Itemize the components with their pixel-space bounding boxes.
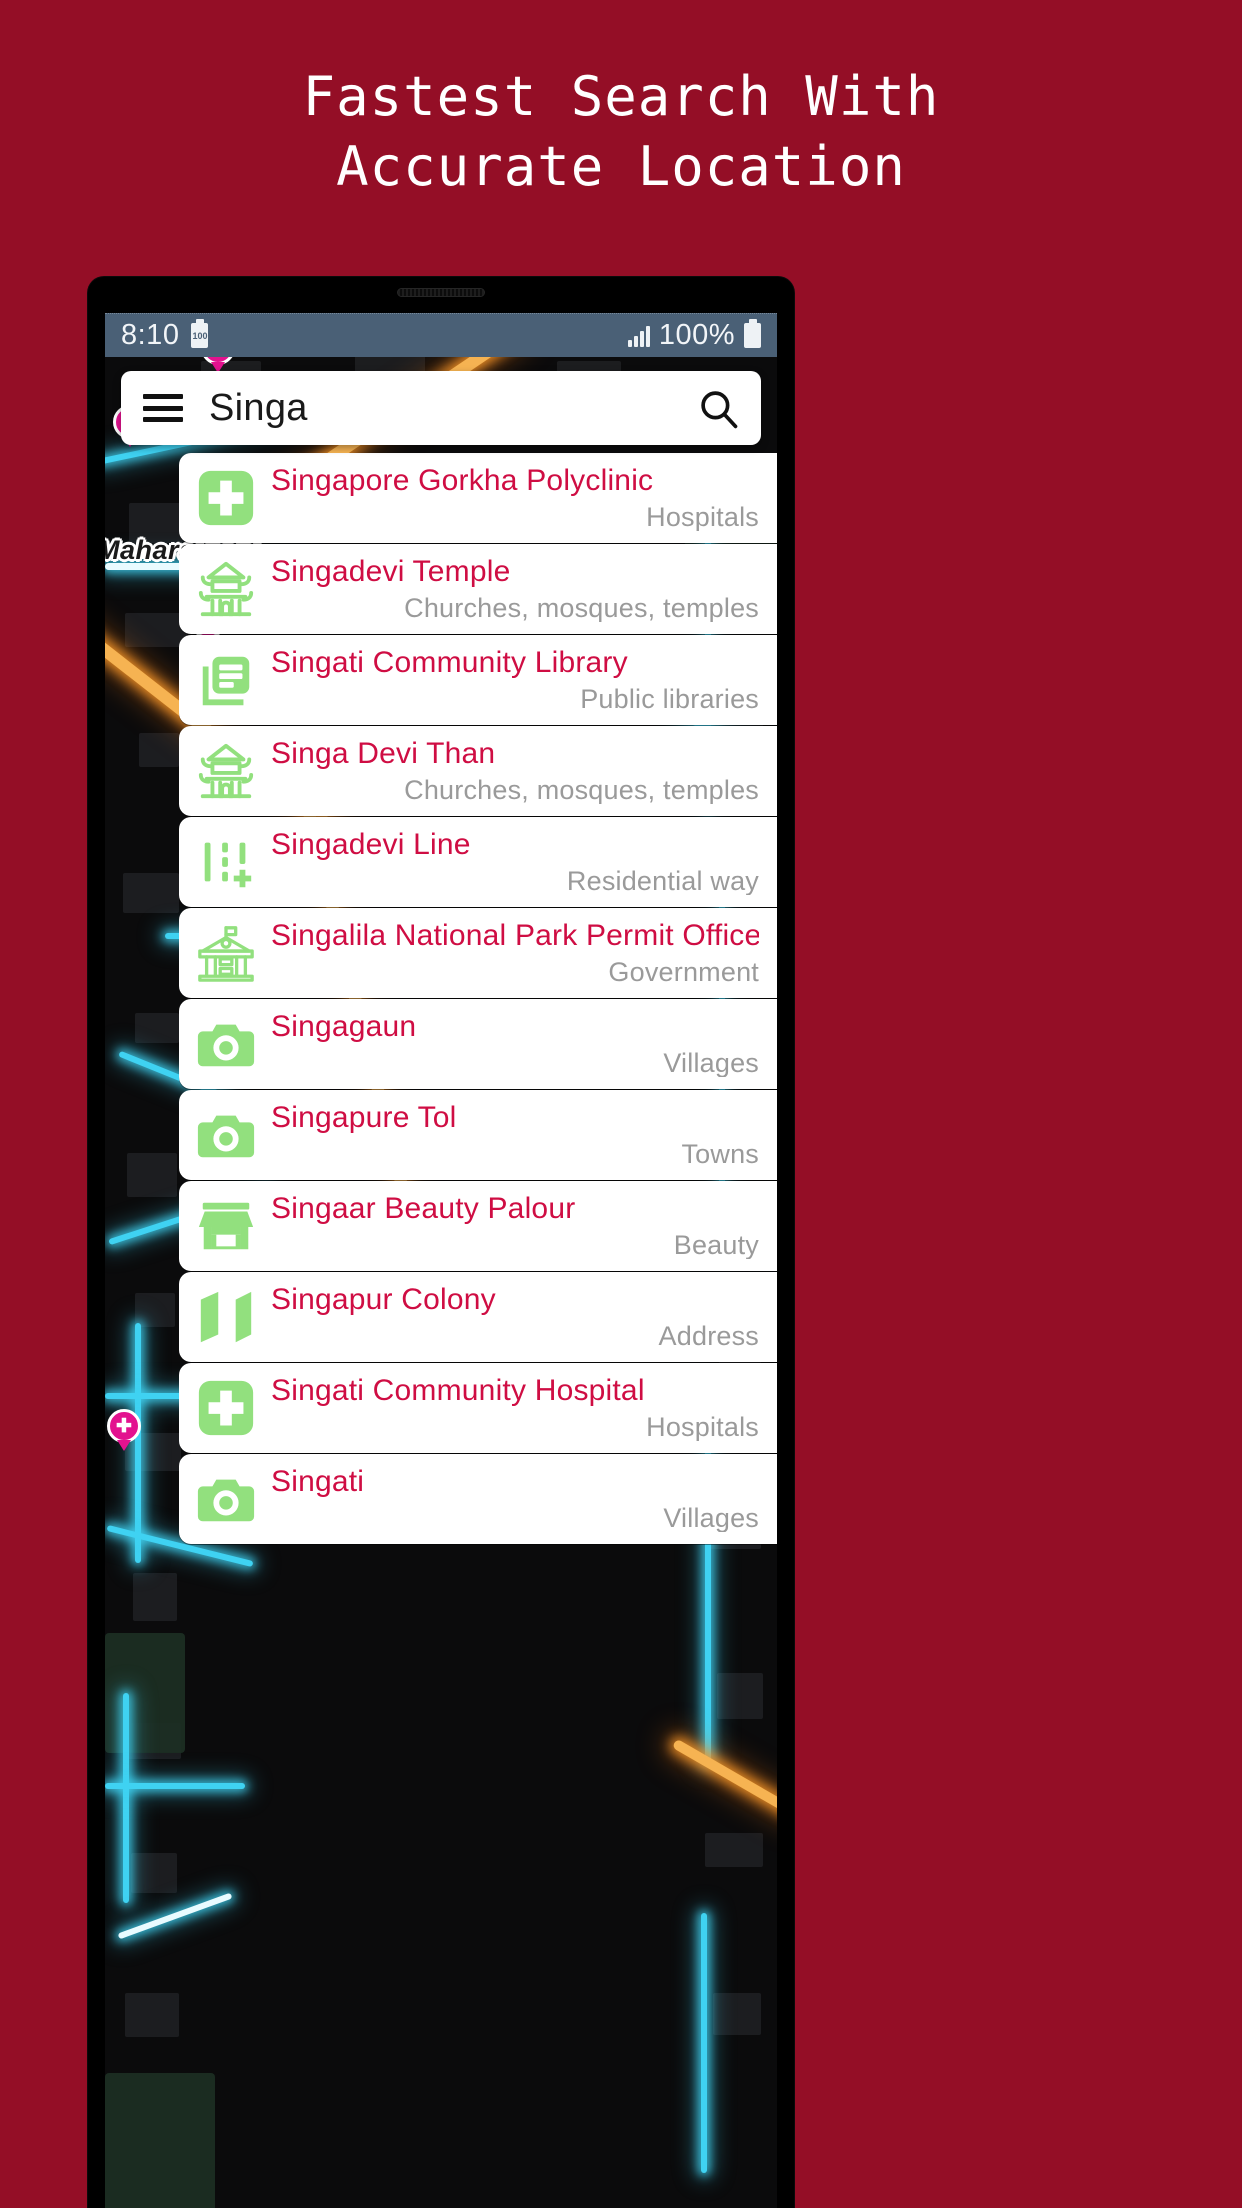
signal-bars-icon — [627, 325, 650, 347]
road-way-icon — [195, 831, 257, 893]
search-result-text: Singa Devi Than Churches, mosques, temple… — [271, 726, 759, 816]
search-result-title: Singalila National Park Permit Office — [271, 920, 759, 952]
temple-icon — [195, 558, 257, 620]
search-results-list[interactable]: Singapore Gorkha Polyclinic Hospitals Sing… — [179, 453, 777, 1545]
camera-icon — [195, 1013, 257, 1075]
search-result-category: Hospitals — [646, 1412, 759, 1441]
promo-page: Fastest Search With Accurate Location ✚ … — [0, 0, 1242, 2208]
search-bar[interactable]: Singa — [121, 371, 761, 445]
search-result-text: Singapure Tol Towns — [271, 1090, 759, 1180]
search-result-category: Government — [608, 957, 759, 986]
headline-line-2: Accurate Location — [336, 135, 906, 198]
search-result-text: Singalila National Park Permit Office Gov… — [271, 908, 759, 998]
phone-mockup: Maharajganj ✚ ✚ ✚ ✚ 8:10 100 100% — [88, 277, 794, 2208]
status-bar: 8:10 100 100% — [105, 313, 777, 357]
search-result-category: Churches, mosques, temples — [404, 775, 759, 804]
folded-map-icon — [195, 1286, 257, 1348]
search-result-category: Villages — [663, 1048, 759, 1077]
search-result-category: Hospitals — [646, 502, 759, 531]
search-result-row[interactable]: Singati Villages — [179, 1454, 777, 1544]
status-time: 8:10 — [121, 319, 180, 351]
search-result-category: Public libraries — [580, 684, 759, 713]
search-result-text: Singaar Beauty Palour Beauty — [271, 1181, 759, 1271]
search-result-row[interactable]: Singadevi Temple Churches, mosques, templ… — [179, 544, 777, 634]
search-result-title: Singati Community Hospital — [271, 1375, 645, 1407]
search-result-category: Beauty — [673, 1230, 759, 1259]
map-poi-marker[interactable]: ✚ — [107, 1409, 141, 1443]
page-title: Fastest Search With Accurate Location — [0, 62, 1242, 202]
search-result-row[interactable]: Singati Community Hospital Hospitals — [179, 1363, 777, 1453]
search-result-text: Singati Community Hospital Hospitals — [271, 1363, 759, 1453]
search-result-row[interactable]: Singalila National Park Permit Office Gov… — [179, 908, 777, 998]
search-input[interactable]: Singa — [209, 387, 697, 430]
search-result-category: Villages — [663, 1503, 759, 1532]
status-bar-right: 100% — [627, 319, 761, 352]
headline-line-1: Fastest Search With — [302, 65, 940, 128]
search-result-title: Singadevi Line — [271, 829, 471, 861]
battery-percent-label: 100% — [658, 319, 735, 351]
temple-icon — [195, 740, 257, 802]
hospital-cross-icon — [195, 1377, 257, 1439]
hospital-cross-icon — [195, 467, 257, 529]
map-road — [135, 1323, 141, 1563]
search-result-category: Residential way — [566, 866, 759, 895]
map-road — [123, 1693, 129, 1903]
search-result-title: Singati Community Library — [271, 647, 628, 679]
search-result-title: Singagaun — [271, 1011, 417, 1043]
status-bar-left: 8:10 100 — [121, 319, 209, 352]
search-result-row[interactable]: Singadevi Line Residential way — [179, 817, 777, 907]
search-result-title: Singa Devi Than — [271, 738, 496, 770]
search-icon[interactable] — [697, 387, 739, 429]
search-result-text: Singati Villages — [271, 1454, 759, 1544]
search-result-text: Singapur Colony Address — [271, 1272, 759, 1362]
search-result-row[interactable]: Singa Devi Than Churches, mosques, temple… — [179, 726, 777, 816]
search-result-title: Singaar Beauty Palour — [271, 1193, 576, 1225]
search-result-row[interactable]: Singaar Beauty Palour Beauty — [179, 1181, 777, 1271]
camera-icon — [195, 1468, 257, 1530]
shop-store-icon — [195, 1195, 257, 1257]
search-result-text: Singadevi Line Residential way — [271, 817, 759, 907]
search-result-row[interactable]: Singagaun Villages — [179, 999, 777, 1089]
search-result-row[interactable]: Singapure Tol Towns — [179, 1090, 777, 1180]
search-result-category: Address — [658, 1321, 759, 1350]
search-result-text: Singagaun Villages — [271, 999, 759, 1089]
map-road — [105, 1783, 245, 1789]
camera-icon — [195, 1104, 257, 1166]
search-result-title: Singapur Colony — [271, 1284, 496, 1316]
search-result-title: Singapure Tol — [271, 1102, 457, 1134]
search-result-category: Churches, mosques, temples — [404, 593, 759, 622]
phone-screen: Maharajganj ✚ ✚ ✚ ✚ 8:10 100 100% — [105, 313, 777, 2208]
battery-icon — [744, 323, 761, 348]
search-result-text: Singapore Gorkha Polyclinic Hospitals — [271, 453, 759, 543]
search-result-row[interactable]: Singapur Colony Address — [179, 1272, 777, 1362]
search-result-title: Singati — [271, 1466, 365, 1498]
search-result-title: Singadevi Temple — [271, 556, 511, 588]
government-building-icon — [195, 922, 257, 984]
battery-level-icon: 100 — [191, 323, 209, 348]
search-result-text: Singadevi Temple Churches, mosques, templ… — [271, 544, 759, 634]
search-result-row[interactable]: Singapore Gorkha Polyclinic Hospitals — [179, 453, 777, 543]
search-result-category: Towns — [681, 1139, 759, 1168]
phone-speaker-grille — [397, 288, 485, 297]
search-result-row[interactable]: Singati Community Library Public librarie… — [179, 635, 777, 725]
search-result-title: Singapore Gorkha Polyclinic — [271, 465, 654, 497]
library-books-icon — [195, 649, 257, 711]
search-result-text: Singati Community Library Public librarie… — [271, 635, 759, 725]
map-road — [701, 1913, 707, 2173]
hamburger-menu-icon[interactable] — [143, 394, 183, 422]
